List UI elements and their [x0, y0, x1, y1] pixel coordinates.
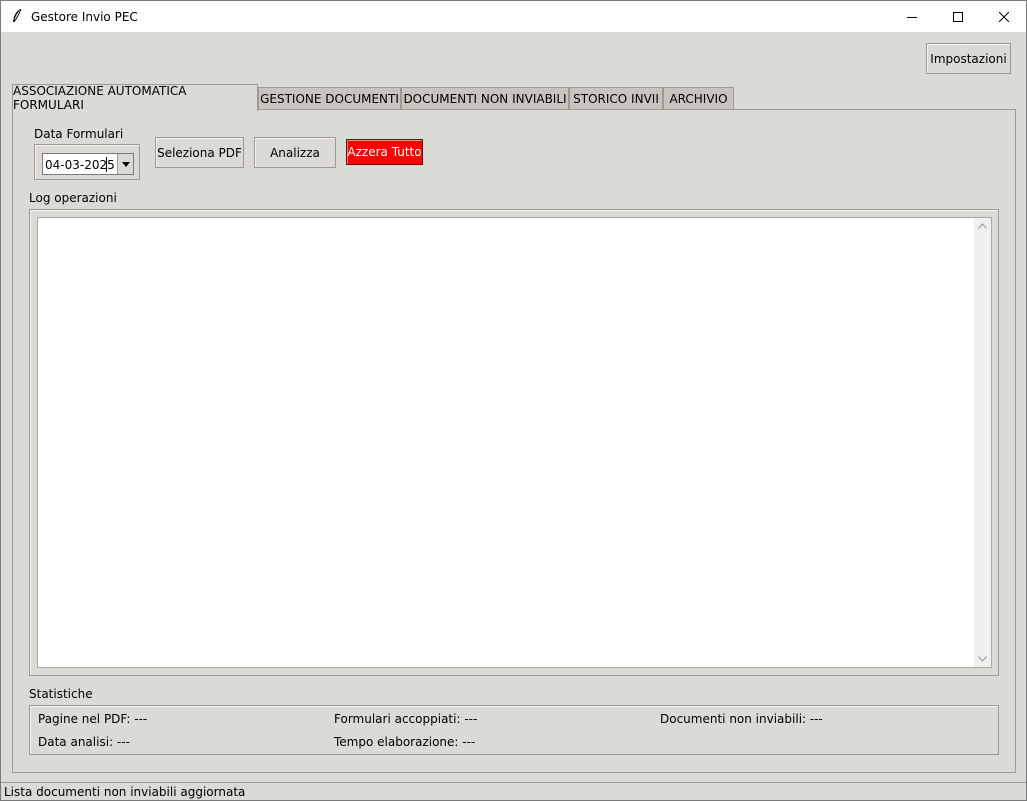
stats-label: Statistiche — [29, 687, 93, 701]
chevron-down-icon — [121, 161, 130, 167]
minimize-button[interactable] — [889, 1, 935, 32]
minimize-icon — [907, 16, 917, 18]
log-scrollbar[interactable] — [974, 218, 991, 667]
stat-pages: Pagine nel PDF: --- — [38, 712, 148, 726]
date-field[interactable]: 04-03-2025 — [42, 153, 134, 175]
status-text: Lista documenti non inviabili aggiornata — [4, 785, 246, 799]
close-icon — [999, 11, 1009, 22]
date-dropdown-button[interactable] — [117, 154, 133, 174]
feather-icon — [10, 8, 24, 24]
maximize-icon — [953, 11, 963, 22]
analyze-button[interactable]: Analizza — [254, 137, 336, 168]
tab-storico-invii[interactable]: STORICO INVII — [569, 87, 663, 110]
date-label: Data Formulari — [34, 127, 124, 141]
scroll-down-icon[interactable] — [978, 656, 987, 662]
window-title: Gestore Invio PEC — [31, 10, 138, 24]
tab-archivio[interactable]: ARCHIVIO — [663, 87, 734, 110]
stat-time: Tempo elaborazione: --- — [334, 735, 476, 749]
scroll-up-icon[interactable] — [978, 223, 987, 229]
log-textarea[interactable] — [37, 217, 992, 668]
log-label: Log operazioni — [29, 191, 117, 205]
maximize-button[interactable] — [935, 1, 981, 32]
stat-not-sendable: Documenti non inviabili: --- — [660, 712, 823, 726]
tab-gestione-documenti[interactable]: GESTIONE DOCUMENTI — [258, 87, 401, 110]
date-group: 04-03-2025 — [34, 144, 140, 180]
date-value: 04-03-2025 — [45, 158, 115, 172]
select-pdf-button[interactable]: Seleziona PDF — [155, 137, 244, 168]
title-bar[interactable]: Gestore Invio PEC — [1, 1, 1026, 32]
stat-date: Data analisi: --- — [38, 735, 130, 749]
tab-associazione-automatica[interactable]: ASSOCIAZIONE AUTOMATICA FORMULARI — [12, 84, 258, 112]
text-caret — [106, 157, 107, 172]
reset-all-button[interactable]: Azzera Tutto — [346, 139, 423, 165]
tab-documenti-non-inviabili[interactable]: DOCUMENTI NON INVIABILI — [401, 87, 569, 110]
status-bar: Lista documenti non inviabili aggiornata — [1, 782, 1026, 800]
stats-frame: Pagine nel PDF: --- Formulari accoppiati… — [29, 705, 999, 755]
tab-panel-associazione: Data Formulari 04-03-2025 Seleziona PDF … — [12, 109, 1016, 773]
app-window: Gestore Invio PEC Impostazioni ASSOCIAZI… — [0, 0, 1027, 801]
stat-matched: Formulari accoppiati: --- — [334, 712, 478, 726]
close-button[interactable] — [981, 1, 1027, 32]
log-frame — [29, 209, 999, 676]
settings-button[interactable]: Impostazioni — [926, 43, 1011, 74]
